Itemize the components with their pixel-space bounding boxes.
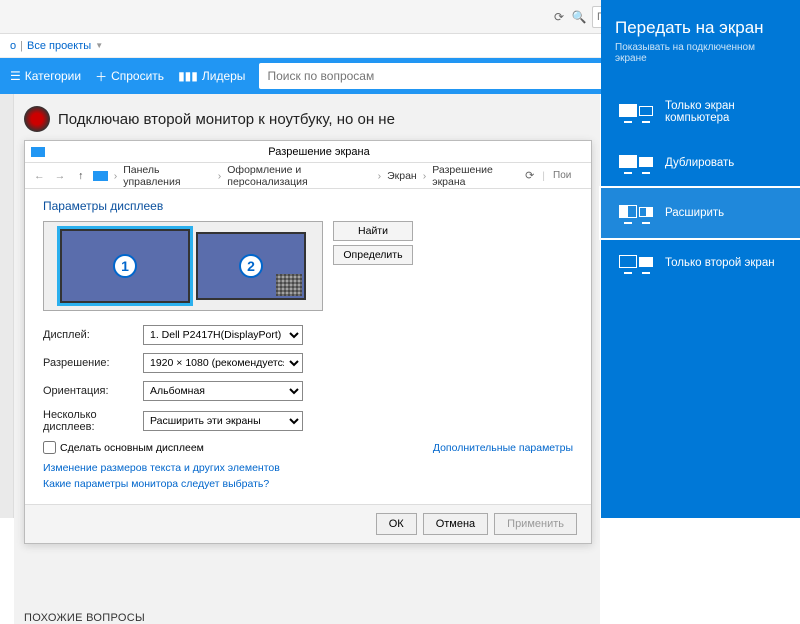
- nav-categories-label: Категории: [25, 69, 81, 83]
- reload-icon[interactable]: ⟳: [552, 10, 566, 24]
- bars-icon: ▮▮▮: [178, 69, 198, 83]
- nav-ask-label: Спросить: [111, 69, 164, 83]
- question-header: Подключаю второй монитор к ноутбуку, но …: [24, 100, 590, 138]
- crumb-3[interactable]: Разрешение экрана: [432, 164, 521, 188]
- select-orientation[interactable]: Альбомная: [143, 381, 303, 401]
- charm-opt-extend[interactable]: Расширить: [601, 188, 800, 238]
- make-main-checkbox[interactable]: [43, 441, 56, 454]
- search-glyph-icon: 🔍: [572, 10, 586, 24]
- charm-opt-second-only[interactable]: Только второй экран: [615, 238, 786, 288]
- select-resolution[interactable]: 1920 × 1080 (рекомендуется): [143, 353, 303, 373]
- select-display[interactable]: 1. Dell P2417H(DisplayPort): [143, 325, 303, 345]
- apply-button[interactable]: Применить: [494, 513, 577, 535]
- project-charm-panel: Передать на экран Показывать на подключе…: [601, 0, 800, 518]
- cp-search-input[interactable]: [553, 170, 585, 181]
- cancel-button[interactable]: Отмена: [423, 513, 488, 535]
- charm-opt-label: Расширить: [665, 207, 724, 219]
- list-icon: ☰: [10, 69, 21, 83]
- window-title: Разрешение экрана: [53, 146, 585, 158]
- crumb-1[interactable]: Оформление и персонализация: [227, 164, 371, 188]
- all-projects-link[interactable]: Все проекты: [27, 40, 91, 52]
- charm-subtitle: Показывать на подключенном экране: [615, 42, 786, 64]
- question-title: Подключаю второй монитор к ноутбуку, но …: [58, 111, 395, 128]
- monitor-1[interactable]: 1: [60, 229, 190, 303]
- free-link[interactable]: о: [10, 40, 16, 52]
- find-button[interactable]: Найти: [333, 221, 413, 241]
- detect-button[interactable]: Определить: [333, 245, 413, 265]
- charm-opt-label: Только второй экран: [665, 257, 775, 269]
- monitor-2-grid-icon: [276, 274, 302, 296]
- monitor-1-badge: 1: [113, 254, 137, 278]
- nav-up-icon[interactable]: ↑: [72, 167, 89, 185]
- text-size-link[interactable]: Изменение размеров текста и других элеме…: [43, 462, 573, 474]
- advanced-link[interactable]: Дополнительные параметры: [433, 442, 573, 454]
- nav-back-icon[interactable]: ←: [31, 167, 48, 185]
- charm-opt-label: Только экран компьютера: [665, 100, 786, 124]
- nav-leaders[interactable]: ▮▮▮ Лидеры: [178, 69, 245, 83]
- which-params-link[interactable]: Какие параметры монитора следует выбрать…: [43, 478, 573, 490]
- label-display: Дисплей:: [43, 329, 143, 341]
- asker-avatar[interactable]: [24, 106, 50, 132]
- label-resolution: Разрешение:: [43, 357, 143, 369]
- monitor-2[interactable]: 2: [196, 232, 306, 300]
- pc-only-icon: [619, 101, 653, 123]
- display-arrangement[interactable]: 1 2: [43, 221, 323, 311]
- monitor-2-badge: 2: [239, 254, 263, 278]
- duplicate-icon: [619, 152, 653, 174]
- charm-opt-duplicate[interactable]: Дублировать: [615, 138, 786, 188]
- screen-resolution-window: Разрешение экрана ← → ↑ › Панель управле…: [24, 140, 592, 544]
- window-icon: [31, 147, 45, 157]
- related-heading: ПОХОЖИЕ ВОПРОСЫ: [24, 612, 590, 624]
- charm-title: Передать на экран: [615, 18, 786, 38]
- crumb-0[interactable]: Панель управления: [123, 164, 212, 188]
- nav-categories[interactable]: ☰ Категории: [10, 69, 81, 83]
- charm-opt-label: Дублировать: [665, 157, 734, 169]
- select-multi[interactable]: Расширить эти экраны: [143, 411, 303, 431]
- left-gutter: [0, 94, 14, 518]
- extend-icon: [619, 202, 653, 224]
- nav-ask[interactable]: ＋ Спросить: [95, 68, 164, 85]
- ok-button[interactable]: ОК: [376, 513, 417, 535]
- section-title: Параметры дисплеев: [43, 199, 573, 213]
- make-main-label: Сделать основным дисплеем: [60, 442, 204, 454]
- nav-fwd-icon: →: [52, 167, 69, 185]
- charm-opt-pc-only[interactable]: Только экран компьютера: [615, 86, 786, 138]
- second-only-icon: [619, 252, 653, 274]
- window-footer: ОК Отмена Применить: [25, 504, 591, 543]
- plus-icon: ＋: [95, 68, 107, 85]
- addr-refresh-icon[interactable]: ⟳: [525, 169, 534, 182]
- window-address-bar: ← → ↑ › Панель управления › Оформление и…: [25, 163, 591, 189]
- crumb-2[interactable]: Экран: [387, 170, 417, 182]
- label-orientation: Ориентация:: [43, 385, 143, 397]
- monitor-icon: [93, 171, 108, 181]
- label-multi: Несколько дисплеев:: [43, 409, 143, 433]
- window-titlebar: Разрешение экрана: [25, 141, 591, 163]
- nav-leaders-label: Лидеры: [202, 69, 246, 83]
